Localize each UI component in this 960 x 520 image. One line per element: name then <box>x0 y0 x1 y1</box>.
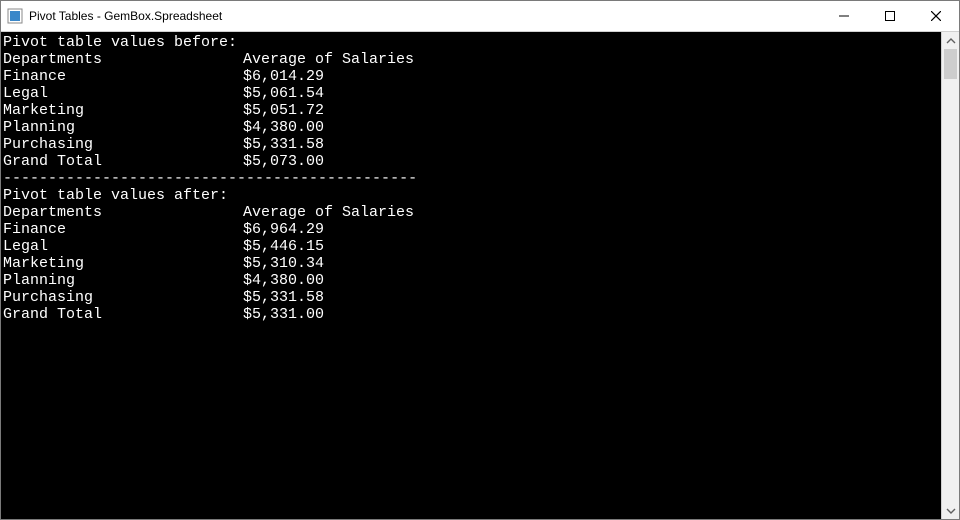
console-line: Planning$4,380.00 <box>3 272 941 289</box>
console-line: Legal$5,061.54 <box>3 85 941 102</box>
app-icon <box>7 8 23 24</box>
console-col-dept: Pivot table values after: <box>3 187 243 204</box>
close-icon <box>931 11 941 21</box>
console-col-dept: Departments <box>3 204 243 221</box>
maximize-button[interactable] <box>867 1 913 31</box>
console-col-dept: Planning <box>3 272 243 289</box>
titlebar-left: Pivot Tables - GemBox.Spreadsheet <box>1 8 222 24</box>
console-output: Pivot table values before:DepartmentsAve… <box>1 32 941 519</box>
console-line: ----------------------------------------… <box>3 170 941 187</box>
console-col-value: $5,331.58 <box>243 289 324 306</box>
console-col-value: $6,964.29 <box>243 221 324 238</box>
console-line: Pivot table values after: <box>3 187 941 204</box>
console-line: DepartmentsAverage of Salaries <box>3 51 941 68</box>
close-button[interactable] <box>913 1 959 31</box>
console-col-dept: Purchasing <box>3 136 243 153</box>
console-col-dept: ----------------------------------------… <box>3 170 243 187</box>
console-line: Purchasing$5,331.58 <box>3 136 941 153</box>
maximize-icon <box>885 11 895 21</box>
app-window: Pivot Tables - GemBox.Spreadsheet Pivot … <box>0 0 960 520</box>
console-line: Marketing$5,051.72 <box>3 102 941 119</box>
minimize-icon <box>839 11 849 21</box>
console-col-value: $4,380.00 <box>243 272 324 289</box>
console-col-value: $5,331.00 <box>243 306 324 323</box>
console-col-dept: Grand Total <box>3 306 243 323</box>
console-col-dept: Grand Total <box>3 153 243 170</box>
console-col-value: $5,073.00 <box>243 153 324 170</box>
console-col-dept: Planning <box>3 119 243 136</box>
console-col-value: Average of Salaries <box>243 51 414 68</box>
console-line: Purchasing$5,331.58 <box>3 289 941 306</box>
console-col-dept: Marketing <box>3 255 243 272</box>
console-line: Grand Total$5,073.00 <box>3 153 941 170</box>
console-line: Pivot table values before: <box>3 34 941 51</box>
console-col-value: $5,331.58 <box>243 136 324 153</box>
console-col-value: $5,061.54 <box>243 85 324 102</box>
console-col-dept: Departments <box>3 51 243 68</box>
console-col-dept: Pivot table values before: <box>3 34 243 51</box>
console-line: Marketing$5,310.34 <box>3 255 941 272</box>
console-col-dept: Purchasing <box>3 289 243 306</box>
chevron-down-icon <box>946 506 956 516</box>
console-col-value: $5,051.72 <box>243 102 324 119</box>
console-col-value: Average of Salaries <box>243 204 414 221</box>
window-controls <box>821 1 959 31</box>
console-col-value: $6,014.29 <box>243 68 324 85</box>
console-line: Finance$6,964.29 <box>3 221 941 238</box>
console-col-dept: Marketing <box>3 102 243 119</box>
console-col-value: $5,310.34 <box>243 255 324 272</box>
client-area: Pivot table values before:DepartmentsAve… <box>1 32 959 519</box>
console-col-value: $5,446.15 <box>243 238 324 255</box>
scrollbar-track[interactable] <box>942 49 959 502</box>
vertical-scrollbar[interactable] <box>941 32 959 519</box>
console-col-dept: Finance <box>3 68 243 85</box>
scrollbar-thumb[interactable] <box>944 49 957 79</box>
scroll-up-button[interactable] <box>942 32 959 49</box>
scroll-down-button[interactable] <box>942 502 959 519</box>
chevron-up-icon <box>946 36 956 46</box>
titlebar[interactable]: Pivot Tables - GemBox.Spreadsheet <box>1 1 959 32</box>
console-line: DepartmentsAverage of Salaries <box>3 204 941 221</box>
minimize-button[interactable] <box>821 1 867 31</box>
console-line: Grand Total$5,331.00 <box>3 306 941 323</box>
console-line: Planning$4,380.00 <box>3 119 941 136</box>
console-col-dept: Finance <box>3 221 243 238</box>
console-col-dept: Legal <box>3 85 243 102</box>
console-col-value: $4,380.00 <box>243 119 324 136</box>
console-col-dept: Legal <box>3 238 243 255</box>
window-title: Pivot Tables - GemBox.Spreadsheet <box>29 9 222 23</box>
console-line: Legal$5,446.15 <box>3 238 941 255</box>
console-line: Finance$6,014.29 <box>3 68 941 85</box>
